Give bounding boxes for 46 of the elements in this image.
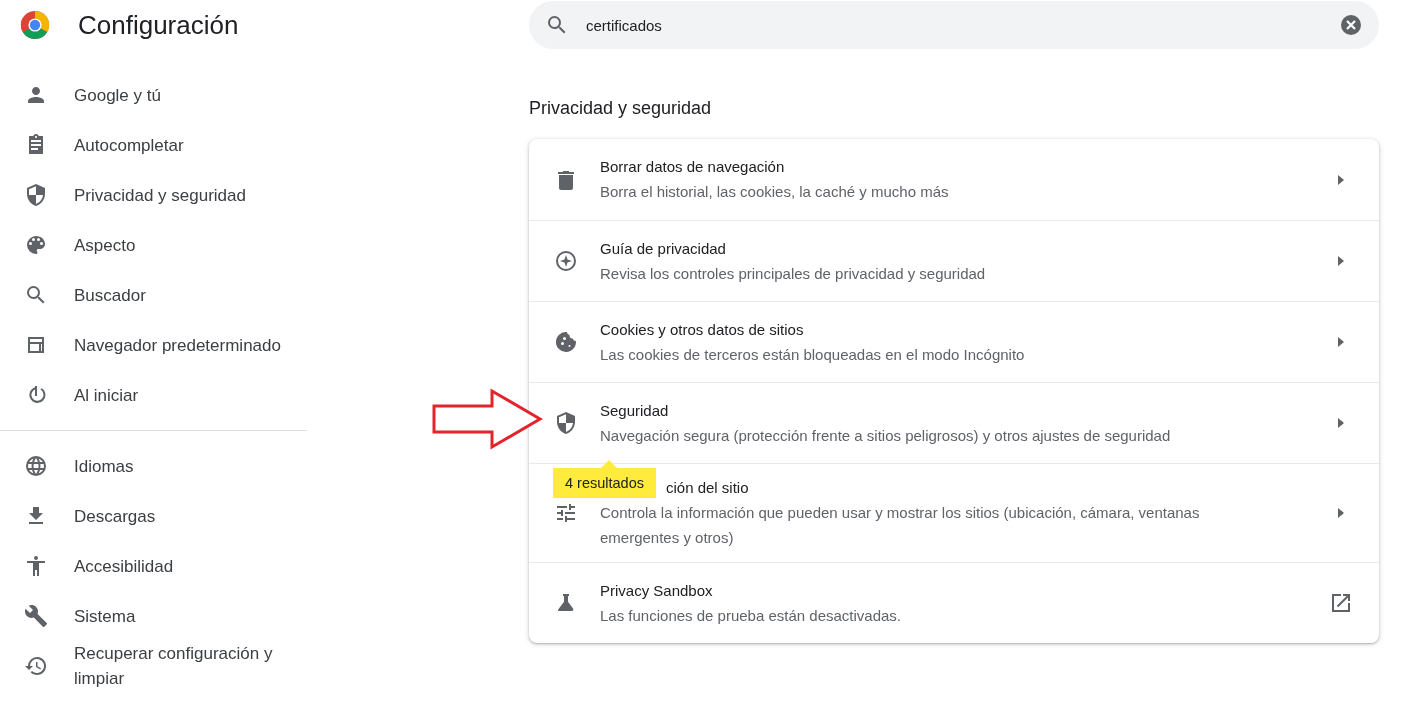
sidebar-item[interactable]: Al iniciar [0,370,307,420]
compass-icon [554,249,578,273]
sidebar-item[interactable]: Google y tú [0,70,307,120]
globe-icon [24,454,48,478]
history-icon [24,654,48,678]
row-title: ción del sitio [666,479,749,496]
results-tooltip: 4 resultados [553,460,656,498]
sidebar-item[interactable]: Aspecto [0,220,307,270]
row-title: Seguridad [600,401,669,419]
row-description: Las funciones de prueba están desactivadas. [600,605,903,626]
sidebar-item[interactable]: Descargas [0,491,307,541]
sidebar-item[interactable]: Autocompletar [0,120,307,170]
cookie-icon [554,330,578,354]
sidebar-item[interactable]: Recuperar configuración y limpiar [0,641,307,691]
row-title: Borrar datos de navegación [600,158,785,175]
sidebar-item[interactable]: Navegador predeterminado [0,320,307,370]
clear-icon[interactable] [1339,13,1363,37]
search-field[interactable]: certificados [529,1,1379,49]
row-title: Guía de privacidad [600,239,726,257]
shield-icon [554,411,578,435]
accessibility-icon [24,554,48,578]
sliders-icon [554,501,578,525]
settings-row[interactable]: Borrar datos de navegación Borra el historial, las cookies, la caché y mucho más [529,139,1379,220]
sidebar-item[interactable]: Idiomas [0,441,307,491]
settings-row[interactable]: Privacy Sandbox Las funciones de prueba están desactivadas. [529,562,1379,643]
row-description: Borra el historial, las cookies, la caché y mucho más [600,182,950,202]
chrome-logo-icon [20,10,50,40]
settings-row[interactable]: Guía de privacidad Revisa los controles principales de privacidad y seguridad [529,220,1379,301]
row-description: Navegación segura (protección frente a sitios peligrosos) y otros ajustes de seguridad [600,425,1172,446]
row-description: Controla la información que pueden usar y mostrar los sitios (ubicación, cámara, ventanas emergentes y otros) [600,503,1201,548]
row-description: Revisa los controles principales de privacidad y seguridad [600,263,987,284]
sidebar-item[interactable]: Buscador [0,270,307,320]
settings-row[interactable]: Cookies y otros datos de sitios Las cookies de terceros están bloqueadas en el modo Incógnito [529,301,1379,382]
row-title: Cookies y otros datos de sitios [600,320,804,338]
sidebar-item[interactable]: Sistema [0,591,307,641]
row-title: Privacy Sandbox [600,581,713,599]
search-field[interactable]: certificados [586,16,1339,34]
sidebar-item[interactable]: Accesibilidad [0,541,307,591]
sidebar-item[interactable]: Privacidad y seguridad [0,170,307,220]
page-title: Configuración [78,9,239,41]
wrench-icon [24,604,48,628]
row-description: Las cookies de terceros están bloqueadas en el modo Incógnito [600,344,1026,365]
external-link-icon[interactable] [1329,591,1353,615]
palette-icon [24,233,48,257]
section-heading: Privacidad y seguridad [529,98,713,119]
shield-icon [24,183,48,207]
